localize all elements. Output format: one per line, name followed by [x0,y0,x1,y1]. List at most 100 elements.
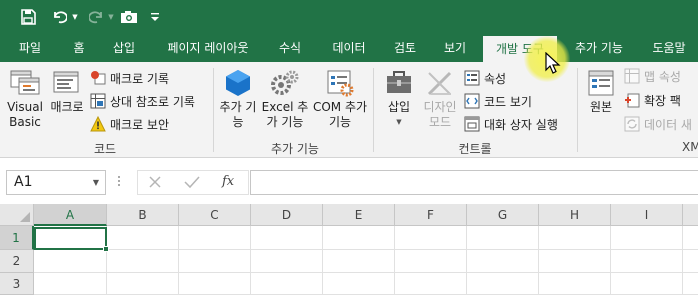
cell[interactable] [611,250,683,273]
cell[interactable] [34,250,107,273]
view-code-label: 코드 보기 [484,94,532,109]
tab-view[interactable]: 보기 [434,34,476,62]
cell[interactable] [251,250,323,273]
formula-input[interactable] [250,170,698,195]
tab-review[interactable]: 검토 [385,34,425,62]
column-header[interactable]: B [107,204,179,226]
name-box[interactable]: A1 ▼ [6,170,106,195]
undo-icon[interactable] [48,6,70,28]
redo-icon[interactable] [86,6,108,28]
cell[interactable] [107,273,179,295]
controls-group-label: 컨트롤 [458,142,492,156]
addins-label: 추가 기능 [219,100,257,129]
column-header[interactable]: C [179,204,251,226]
select-all-button[interactable] [0,204,34,226]
title-bar: ▼ ▼ [0,0,698,34]
camera-icon[interactable] [118,6,140,28]
cell[interactable] [611,226,683,250]
record-macro-icon [90,70,106,86]
redo-dropdown-icon[interactable]: ▼ [106,6,116,28]
chevron-down-icon: ▼ [396,118,402,126]
row-header[interactable]: 1 [0,226,34,250]
column-header[interactable]: E [323,204,395,226]
warning-icon [90,116,106,132]
chevron-down-icon[interactable]: ▼ [93,171,99,194]
tab-page-layout[interactable]: 페이지 레이아웃 [158,34,258,62]
cell[interactable] [395,250,467,273]
fill-handle[interactable] [103,246,109,252]
cell[interactable] [683,250,698,273]
relative-reference-button[interactable]: 상대 참조로 기록 [90,91,195,111]
check-icon[interactable] [184,175,200,191]
tab-file[interactable]: 파일 [8,34,52,62]
column-header[interactable]: F [395,204,467,226]
expansion-packs-button[interactable]: 확장 팩 [624,90,681,110]
addins-button[interactable]: 추가 기능 [218,66,258,130]
insert-function-button[interactable]: fx [222,174,234,189]
column-header[interactable] [683,204,698,226]
customize-qat-icon[interactable] [148,6,162,28]
tab-formulas[interactable]: 수식 [270,34,310,62]
com-addins-button[interactable]: COM 추가 기능 [312,66,368,130]
tab-help[interactable]: 도움말 [643,34,695,62]
column-header[interactable]: I [611,204,683,226]
row-header[interactable]: 2 [0,250,34,273]
macros-button[interactable]: 매크로 [46,66,88,115]
cell[interactable] [323,273,395,295]
cell[interactable] [251,273,323,295]
excel-addins-button[interactable]: Excel 추가 기능 [260,66,310,130]
cell[interactable] [107,250,179,273]
cell[interactable] [179,273,251,295]
cell[interactable] [539,226,611,250]
cell[interactable] [107,226,179,250]
cell[interactable] [251,226,323,250]
macro-security-button[interactable]: 매크로 보안 [90,114,169,134]
com-addins-label: COM 추가 기능 [312,100,368,129]
properties-button[interactable]: 속성 [464,68,506,88]
run-dialog-button[interactable]: 대화 상자 실행 [464,114,558,134]
column-header[interactable]: D [251,204,323,226]
cell[interactable] [467,250,539,273]
column-header[interactable]: H [539,204,611,226]
cell[interactable] [611,273,683,295]
column-header[interactable]: A [34,204,107,226]
mouse-pointer-icon [545,52,561,74]
toolbox-icon [380,66,418,100]
resize-grip-icon[interactable] [118,175,121,190]
column-header[interactable]: G [467,204,539,226]
tab-addins[interactable]: 추가 기능 [563,34,635,62]
xml-source-button[interactable]: 원본 [582,66,620,115]
record-macro-button[interactable]: 매크로 기록 [90,68,169,88]
tab-data[interactable]: 데이터 [323,34,375,62]
undo-dropdown-icon[interactable]: ▼ [70,6,80,28]
refresh-data-button[interactable]: 데이터 새 [624,114,692,134]
cell[interactable] [395,226,467,250]
cell[interactable] [323,226,395,250]
row-header[interactable]: 3 [0,273,34,295]
cell[interactable] [179,250,251,273]
map-properties-button[interactable]: 맵 속성 [624,66,681,86]
cell[interactable] [539,273,611,295]
visual-basic-button[interactable]: Visual Basic [4,66,46,130]
cell[interactable] [539,250,611,273]
cell[interactable] [467,226,539,250]
cell[interactable] [323,250,395,273]
active-cell-a1[interactable] [34,227,107,250]
cancel-icon[interactable] [148,175,164,191]
cell[interactable] [34,273,107,295]
design-mode-icon [420,66,460,100]
expansion-packs-label: 확장 팩 [644,93,681,108]
tab-home[interactable]: 홈 [60,34,98,62]
cell[interactable] [683,226,698,250]
cell[interactable] [179,226,251,250]
tab-insert[interactable]: 삽입 [103,34,145,62]
view-code-button[interactable]: 코드 보기 [464,91,532,111]
ribbon: Visual Basic 매크로 매크로 기록 상대 참조로 기록 매크로 보안… [0,36,698,158]
design-mode-button[interactable]: 디자인 모드 [420,66,460,130]
cell[interactable] [683,273,698,295]
save-icon[interactable] [16,6,40,28]
properties-label: 속성 [484,71,507,86]
cell[interactable] [467,273,539,295]
insert-control-button[interactable]: 삽입 ▼ [380,66,418,130]
cell[interactable] [395,273,467,295]
